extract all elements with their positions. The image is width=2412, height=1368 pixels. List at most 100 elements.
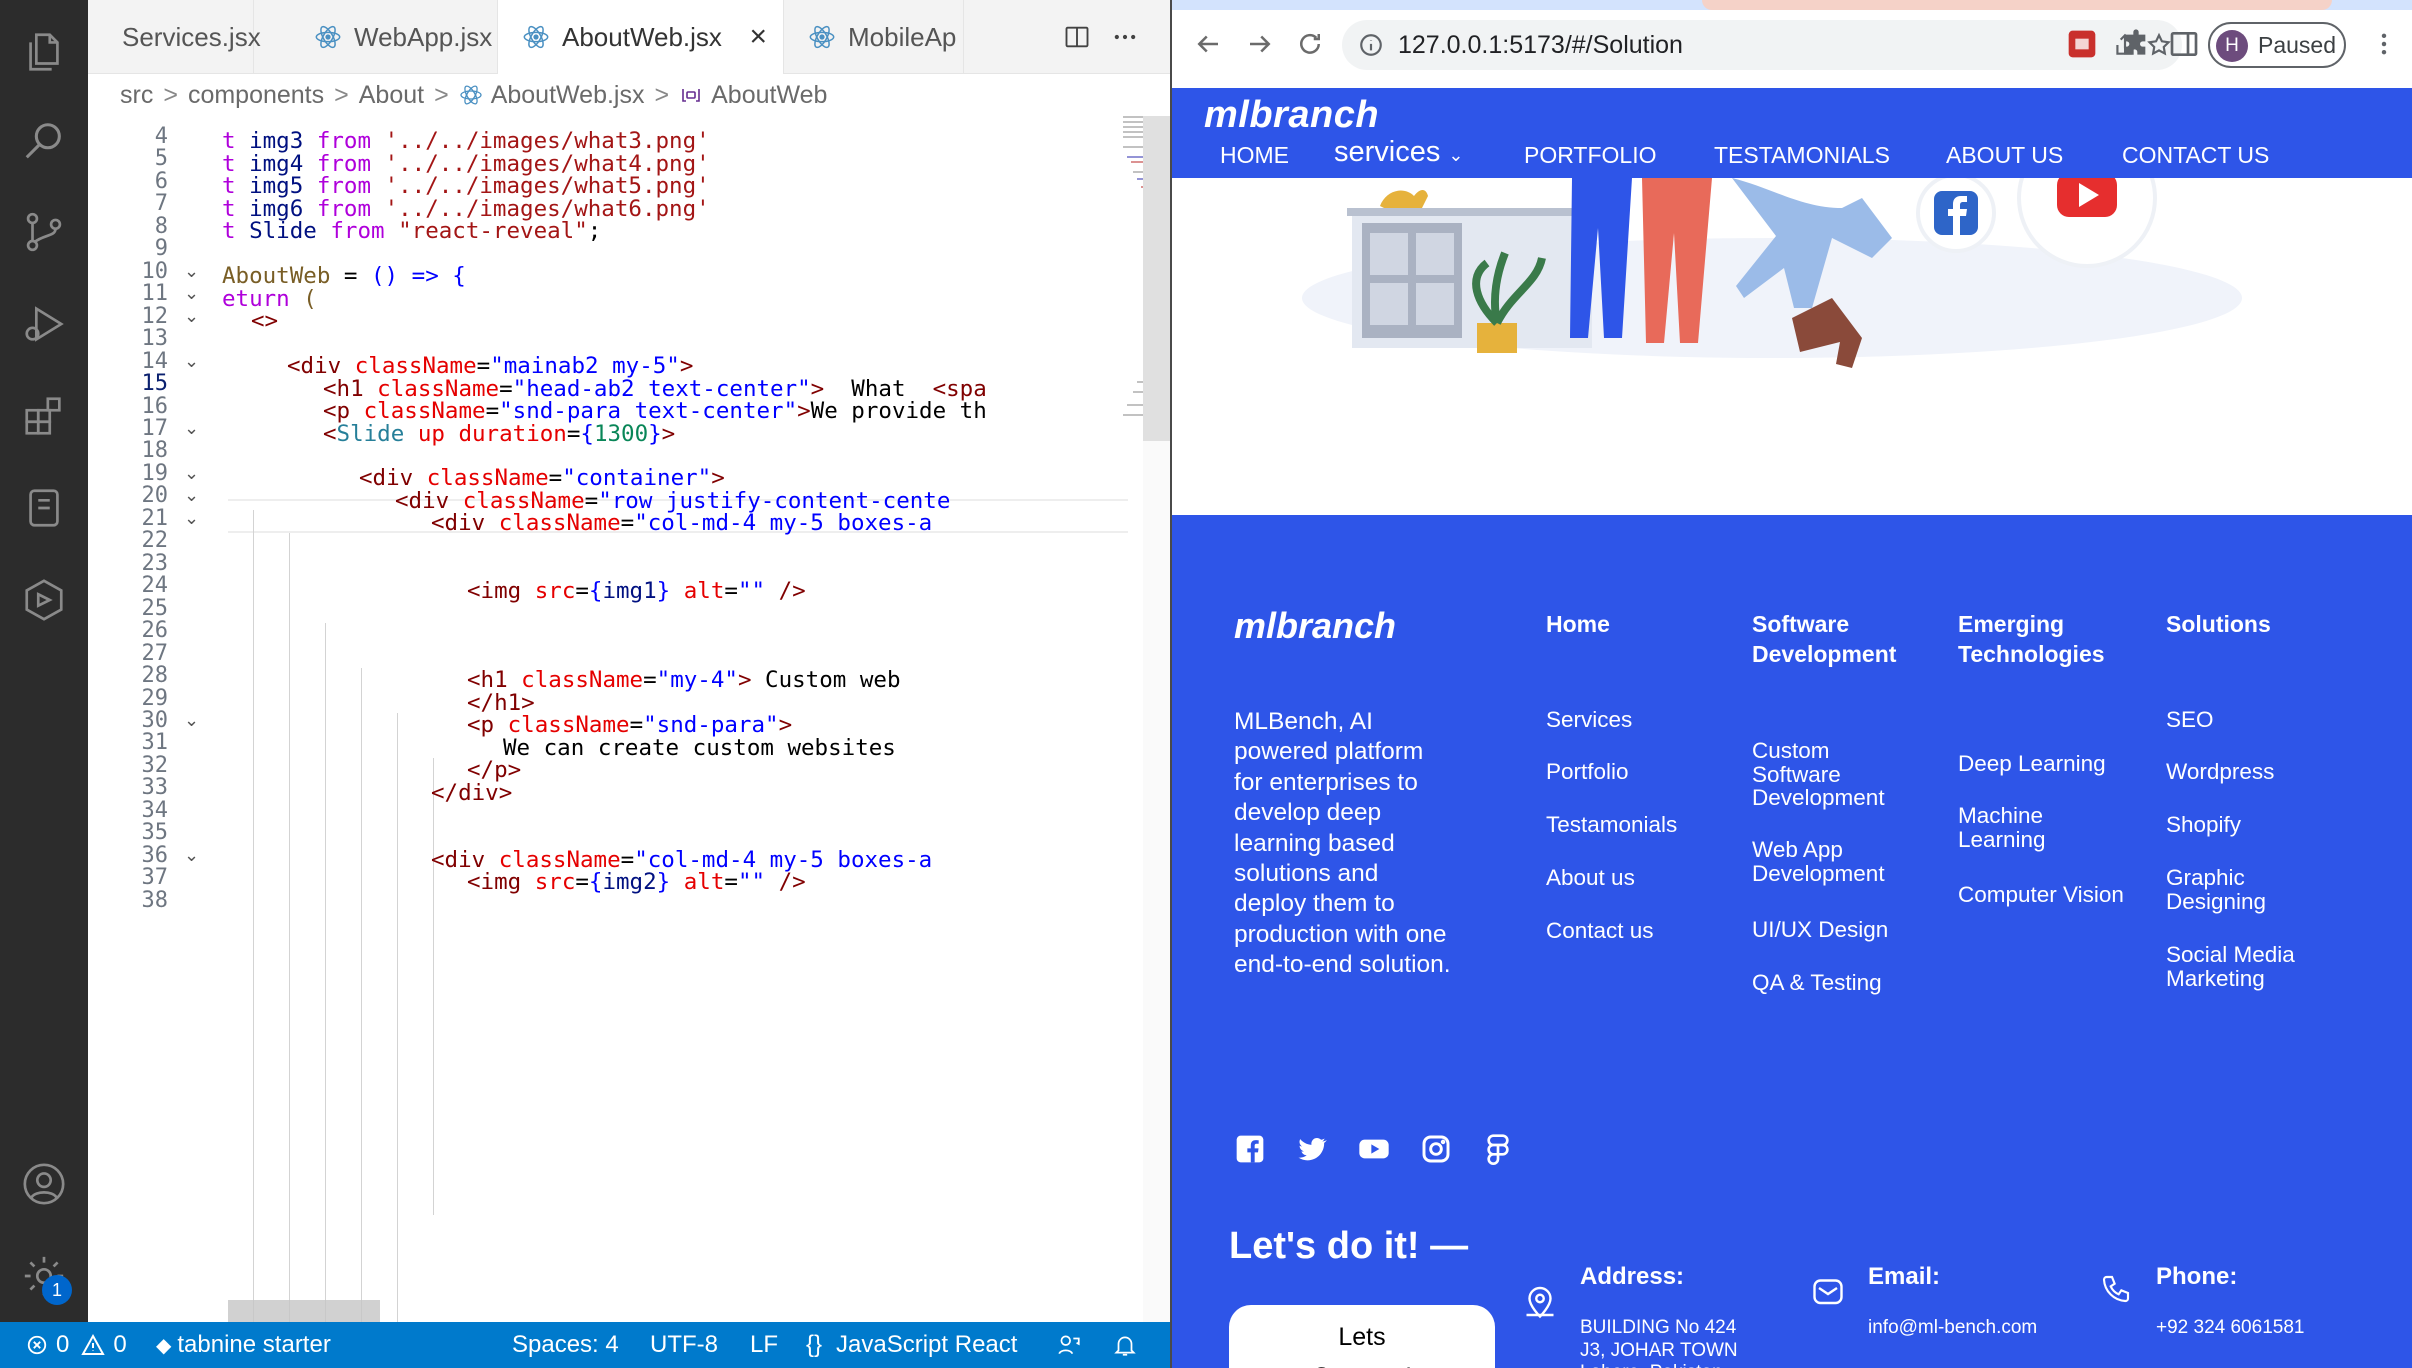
footer-link-qa-testing[interactable]: QA & Testing xyxy=(1752,971,1882,995)
tabnine-label: tabnine starter xyxy=(177,1331,331,1358)
phone-title: Phone: xyxy=(2156,1263,2238,1290)
instagram-icon[interactable] xyxy=(1420,1133,1452,1165)
email-value[interactable]: info@ml-bench.com xyxy=(1868,1317,2037,1340)
footer-link-deep-learning[interactable]: Deep Learning xyxy=(1958,752,2106,776)
editor-tab-bar: Services.jsx WebApp.jsx AboutWeb.jsx × M… xyxy=(88,0,1170,74)
search-icon[interactable] xyxy=(18,116,70,168)
profile-button[interactable]: H Paused xyxy=(2208,22,2346,68)
footer-link-seo[interactable]: SEO xyxy=(2166,708,2214,732)
language-label: JavaScript React xyxy=(836,1331,1018,1358)
tab-mobileapp-jsx[interactable]: MobileAp xyxy=(784,0,964,74)
youtube-icon[interactable] xyxy=(1358,1133,1390,1165)
browser-active-tab[interactable] xyxy=(1702,0,2332,10)
encoding-status[interactable]: UTF-8 xyxy=(650,1322,718,1368)
twitter-icon[interactable] xyxy=(1296,1133,1328,1165)
lets-connect-button[interactable]: Lets Connect! xyxy=(1229,1305,1495,1368)
url-text: 127.0.0.1:5173/#/Solution xyxy=(1398,31,1683,59)
browser-toolbar: 127.0.0.1:5173/#/Solution H Paused xyxy=(1172,0,2412,88)
breadcrumb-item[interactable]: AboutWeb.jsx xyxy=(491,81,645,110)
chevron-right-icon: > xyxy=(163,80,178,109)
footer-description: MLBench, AI powered platform for enterpr… xyxy=(1234,708,1451,979)
testing-icon[interactable] xyxy=(18,574,70,626)
nav-about-us[interactable]: ABOUT US xyxy=(1946,142,2063,169)
phone-value[interactable]: +92 324 6061581 xyxy=(2156,1317,2304,1340)
breadcrumb-item[interactable]: AboutWeb xyxy=(711,81,827,110)
eol-status[interactable]: LF xyxy=(750,1322,778,1368)
breadcrumb-item[interactable]: About xyxy=(359,81,424,110)
address-title: Address: xyxy=(1580,1263,1685,1290)
remote-explorer-icon[interactable] xyxy=(18,482,70,534)
tab-webapp-jsx[interactable]: WebApp.jsx xyxy=(254,0,498,74)
footer-link-graphic-designing[interactable]: Graphic Designing xyxy=(2166,866,2286,913)
footer-link-portfolio[interactable]: Portfolio xyxy=(1546,760,1629,784)
reload-button[interactable] xyxy=(1292,26,1328,62)
source-control-icon[interactable] xyxy=(18,206,70,258)
error-icon xyxy=(27,1335,47,1355)
code-line-12: <> xyxy=(251,308,279,334)
split-editor-icon[interactable] xyxy=(1060,20,1094,54)
activity-bar: 1 xyxy=(0,0,88,1322)
footer-link-web-app[interactable]: Web App Development xyxy=(1752,838,1902,885)
nav-testamonials[interactable]: TESTAMONIALS xyxy=(1714,142,1890,169)
footer-link-testamonials[interactable]: Testamonials xyxy=(1546,813,1677,837)
nav-portfolio[interactable]: PORTFOLIO xyxy=(1524,142,1657,169)
side-panel-icon[interactable] xyxy=(2168,28,2200,60)
footer-link-custom-software[interactable]: Custom Software Development xyxy=(1752,739,1902,810)
footer-col-emerging-title: Emerging Technologies xyxy=(1958,611,2105,667)
react-icon xyxy=(523,25,549,49)
indentation-status[interactable]: Spaces: 4 xyxy=(512,1322,619,1368)
footer-link-wordpress[interactable]: Wordpress xyxy=(2166,760,2274,784)
breadcrumb-item[interactable]: components xyxy=(188,81,324,110)
language-mode-status[interactable]: {} JavaScript React xyxy=(806,1322,1017,1368)
run-debug-icon[interactable] xyxy=(18,298,70,350)
tab-aboutweb-jsx[interactable]: AboutWeb.jsx × xyxy=(498,0,784,74)
nav-services[interactable]: services ⌄ xyxy=(1334,136,1464,169)
notifications-bell-icon[interactable] xyxy=(1112,1322,1138,1368)
nav-services-label: services xyxy=(1334,136,1441,168)
footer-link-ui-ux[interactable]: UI/UX Design xyxy=(1752,918,1888,942)
nav-contact-us[interactable]: CONTACT US xyxy=(2122,142,2269,169)
location-pin-icon xyxy=(1526,1286,1554,1319)
footer-link-computer-vision[interactable]: Computer Vision xyxy=(1958,883,2124,907)
react-icon xyxy=(460,85,482,105)
footer-link-services[interactable]: Services xyxy=(1546,708,1632,732)
extensions-puzzle-icon[interactable] xyxy=(2120,28,2152,60)
chrome-menu-icon[interactable] xyxy=(2366,26,2402,62)
code-line-17: <Slide up duration={1300}> xyxy=(323,421,676,447)
extension-red-icon[interactable] xyxy=(2066,28,2098,60)
tabnine-status[interactable]: ◆ tabnine starter xyxy=(156,1322,331,1368)
extensions-icon[interactable] xyxy=(18,390,70,442)
page-viewport[interactable]: mlbranch HOME services ⌄ PORTFOLIO TESTA… xyxy=(1172,88,2412,1368)
footer-link-contact-us[interactable]: Contact us xyxy=(1546,919,1654,943)
address-bar[interactable]: 127.0.0.1:5173/#/Solution xyxy=(1342,20,2182,70)
problems-indicator[interactable]: 0 0 xyxy=(26,1322,127,1368)
code-editor[interactable]: 4 5 6 7 8 9 10 ⌄ 11 ⌄ 12 ⌄ 13 14 ⌄ 15 16 17 ⌄ 18 19 ⌄ 20 ⌄ 21 ⌄ 22… xyxy=(88,116,1170,1322)
nav-home[interactable]: HOME xyxy=(1220,142,1289,169)
footer-link-machine-learning[interactable]: Machine Learning xyxy=(1958,804,2088,851)
back-button[interactable] xyxy=(1190,26,1226,62)
site-logo[interactable]: mlbranch xyxy=(1204,94,1379,137)
symbol-variable-icon xyxy=(682,89,700,102)
footer-link-about-us[interactable]: About us xyxy=(1546,866,1635,890)
tab-services-jsx[interactable]: Services.jsx xyxy=(88,0,261,74)
facebook-icon[interactable] xyxy=(1234,1133,1266,1165)
vscode-window: 1 Services.jsx WebApp.jsx AboutWeb.jsx ×… xyxy=(0,0,1170,1368)
site-info-icon[interactable] xyxy=(1358,32,1384,58)
explorer-icon[interactable] xyxy=(18,26,70,78)
feedback-icon[interactable] xyxy=(1056,1322,1082,1368)
accounts-icon[interactable] xyxy=(18,1158,70,1210)
breadcrumb-item[interactable]: src xyxy=(120,81,153,110)
more-actions-icon[interactable] xyxy=(1108,20,1142,54)
footer-link-shopify[interactable]: Shopify xyxy=(2166,813,2241,837)
forward-button[interactable] xyxy=(1242,26,1278,62)
footer-col-solutions-title: Solutions xyxy=(2166,611,2271,637)
code-line-37: <img src={img2} alt="" /> xyxy=(467,869,806,895)
vertical-scrollbar-thumb[interactable] xyxy=(1143,116,1170,441)
close-icon[interactable]: × xyxy=(749,22,767,52)
footer-col-home-title: Home xyxy=(1546,611,1610,637)
footer-link-social-media[interactable]: Social Media Marketing xyxy=(2166,943,2316,990)
horizontal-scrollbar-thumb[interactable] xyxy=(228,1300,380,1322)
figma-icon[interactable] xyxy=(1482,1133,1514,1165)
code-lines[interactable]: t img3 from '../../images/what3.png' t i… xyxy=(88,116,1038,1322)
footer-logo[interactable]: mlbranch xyxy=(1234,605,1396,647)
